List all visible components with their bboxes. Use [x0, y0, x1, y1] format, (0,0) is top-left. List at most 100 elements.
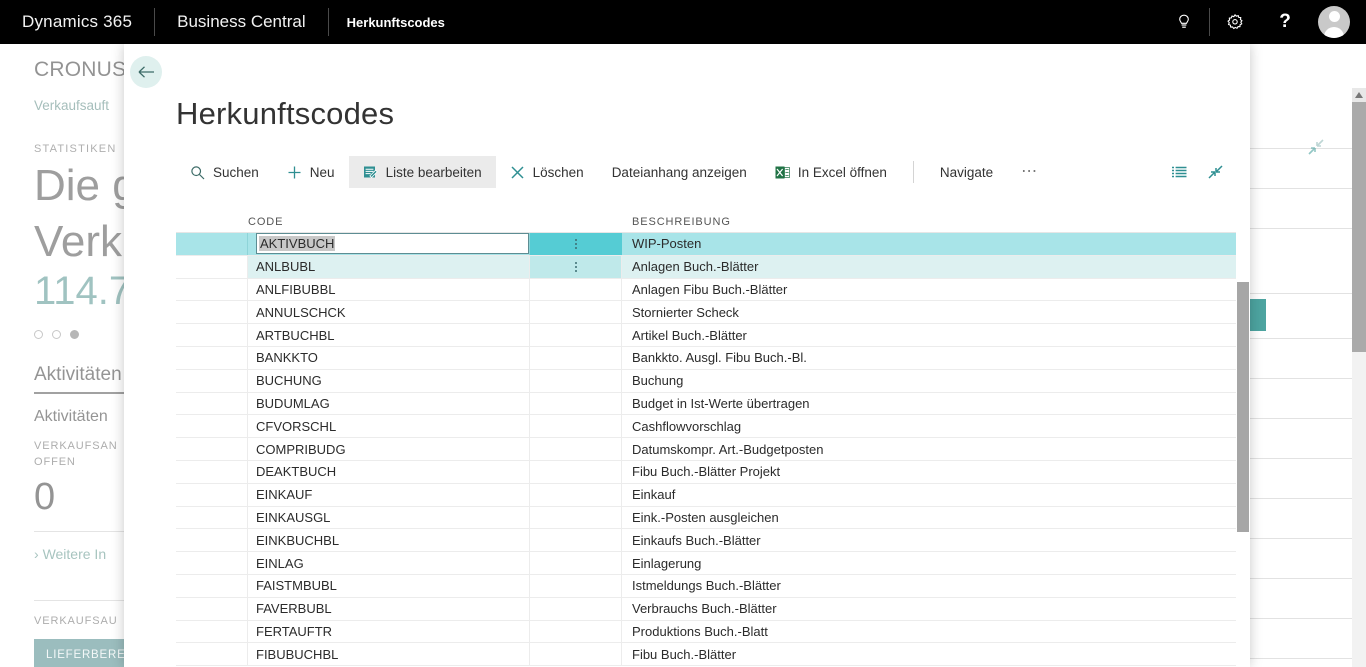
code-cell[interactable]: DEAKTBUCH — [248, 460, 530, 483]
row-menu-cell[interactable] — [530, 369, 622, 392]
code-cell[interactable]: BUCHUNG — [248, 369, 530, 392]
table-row[interactable]: BUCHUNG Buchung — [176, 369, 1250, 393]
page-scrollbar-thumb[interactable] — [1352, 102, 1366, 352]
description-cell[interactable]: Stornierter Scheck — [622, 301, 1250, 323]
row-selector-cell[interactable] — [176, 506, 248, 529]
table-row[interactable]: EINLAG Einlagerung — [176, 552, 1250, 575]
new-button[interactable]: Neu — [273, 156, 349, 188]
column-header-description[interactable]: BESCHREIBUNG — [622, 216, 1250, 228]
table-row[interactable]: BANKKTO Bankkto. Ausgl. Fibu Buch.-Bl. — [176, 346, 1250, 370]
column-header-code[interactable]: CODE — [176, 216, 530, 228]
back-button[interactable] — [130, 56, 162, 88]
row-menu-cell[interactable] — [530, 552, 622, 574]
collapse-view-button[interactable] — [1200, 157, 1230, 187]
more-options-button[interactable]: ⋯ — [1007, 164, 1053, 180]
row-menu-cell[interactable] — [530, 301, 622, 324]
code-cell-editing[interactable]: AKTIVBUCH — [248, 233, 530, 255]
row-menu-cell[interactable] — [530, 460, 622, 483]
table-row[interactable]: FIBUBUCHBL Fibu Buch.-Blätter — [176, 643, 1250, 667]
row-kebab-menu-icon[interactable] — [574, 238, 577, 249]
row-menu-cell[interactable] — [530, 233, 622, 255]
code-cell[interactable]: ANLFIBUBBL — [248, 278, 530, 301]
row-menu-cell[interactable] — [530, 529, 622, 552]
navigate-button[interactable]: Navigate — [926, 156, 1007, 188]
grid-scrollbar[interactable] — [1236, 204, 1250, 667]
description-cell[interactable]: Anlagen Fibu Buch.-Blätter — [622, 279, 1250, 301]
description-cell[interactable]: Einlagerung — [622, 552, 1250, 574]
app-name-business-central[interactable]: Business Central — [155, 0, 328, 44]
row-menu-cell[interactable] — [530, 620, 622, 643]
list-view-button[interactable] — [1164, 157, 1194, 187]
row-selector-cell[interactable] — [176, 552, 248, 574]
table-row[interactable]: ARTBUCHBL Artikel Buch.-Blätter — [176, 324, 1250, 347]
code-cell[interactable]: BANKKTO — [248, 346, 530, 369]
table-row[interactable]: ANLBUBL Anlagen Buch.-Blätter — [176, 255, 1250, 279]
row-menu-cell[interactable] — [530, 506, 622, 529]
row-selector-cell[interactable] — [176, 620, 248, 643]
table-row[interactable]: EINKAUF Einkauf — [176, 483, 1250, 507]
row-menu-cell[interactable] — [530, 278, 622, 301]
page-scrollbar[interactable] — [1352, 88, 1366, 667]
row-selector-cell[interactable] — [176, 301, 248, 324]
row-menu-cell[interactable] — [530, 574, 622, 597]
description-cell[interactable]: Einkauf — [622, 484, 1250, 506]
code-cell[interactable]: COMPRIBUDG — [248, 438, 530, 460]
code-cell[interactable]: ANNULSCHCK — [248, 301, 530, 324]
row-menu-cell[interactable] — [530, 415, 622, 438]
code-cell[interactable]: EINKAUSGL — [248, 506, 530, 529]
row-selector-cell[interactable] — [176, 483, 248, 506]
description-cell[interactable]: Einkaufs Buch.-Blätter — [622, 529, 1250, 551]
help-icon[interactable]: ? — [1260, 0, 1310, 44]
description-cell[interactable]: Eink.-Posten ausgleichen — [622, 507, 1250, 529]
table-row[interactable]: EINKAUSGL Eink.-Posten ausgleichen — [176, 506, 1250, 530]
edit-list-button[interactable]: Liste bearbeiten — [348, 156, 496, 188]
code-cell[interactable]: FAVERBUBL — [248, 597, 530, 620]
row-menu-cell[interactable] — [530, 438, 622, 460]
row-menu-cell[interactable] — [530, 597, 622, 620]
row-selector-cell[interactable] — [176, 529, 248, 552]
row-selector-cell[interactable] — [176, 415, 248, 438]
description-cell[interactable]: Istmeldungs Buch.-Blätter — [622, 575, 1250, 597]
row-selector-cell[interactable] — [176, 324, 248, 346]
row-menu-cell[interactable] — [530, 483, 622, 506]
row-selector-cell[interactable] — [176, 460, 248, 483]
table-row[interactable]: EINKBUCHBL Einkaufs Buch.-Blätter — [176, 529, 1250, 553]
code-cell[interactable]: EINKAUF — [248, 483, 530, 506]
row-selector-cell[interactable] — [176, 643, 248, 666]
table-row[interactable]: BUDUMLAG Budget in Ist-Werte übertragen — [176, 392, 1250, 416]
code-cell[interactable]: EINKBUCHBL — [248, 529, 530, 552]
lightbulb-icon[interactable] — [1159, 0, 1209, 44]
description-cell[interactable]: Verbrauchs Buch.-Blätter — [622, 598, 1250, 620]
row-selector-cell[interactable] — [176, 574, 248, 597]
row-menu-cell[interactable] — [530, 643, 622, 666]
description-cell[interactable]: Fibu Buch.-Blätter Projekt — [622, 461, 1250, 483]
description-cell[interactable]: Datumskompr. Art.-Budgetposten — [622, 438, 1250, 460]
description-cell[interactable]: Artikel Buch.-Blätter — [622, 324, 1250, 346]
row-selector-cell[interactable] — [176, 255, 248, 278]
table-row[interactable]: FERTAUFTR Produktions Buch.-Blatt — [176, 620, 1250, 644]
row-menu-cell[interactable] — [530, 324, 622, 346]
description-cell[interactable]: Buchung — [622, 370, 1250, 392]
row-selector-cell[interactable] — [176, 233, 248, 255]
grid-scrollbar-thumb[interactable] — [1237, 282, 1249, 532]
row-kebab-menu-icon[interactable] — [574, 261, 577, 272]
row-selector-cell[interactable] — [176, 597, 248, 620]
description-cell[interactable]: Cashflowvorschlag — [622, 415, 1250, 437]
table-row[interactable]: DEAKTBUCH Fibu Buch.-Blätter Projekt — [176, 460, 1250, 484]
code-cell[interactable]: FIBUBUCHBL — [248, 643, 530, 666]
table-row[interactable]: AKTIVBUCH WIP-Posten — [176, 233, 1250, 256]
collapse-icon[interactable] — [1306, 137, 1326, 157]
table-row[interactable]: ANLFIBUBBL Anlagen Fibu Buch.-Blätter — [176, 278, 1250, 302]
gear-icon[interactable] — [1210, 0, 1260, 44]
table-row[interactable]: FAVERBUBL Verbrauchs Buch.-Blätter — [176, 597, 1250, 621]
carousel-dot-2[interactable] — [52, 330, 61, 339]
avatar[interactable] — [1318, 6, 1350, 38]
table-row[interactable]: CFVORSCHL Cashflowvorschlag — [176, 415, 1250, 439]
code-cell[interactable]: CFVORSCHL — [248, 415, 530, 438]
show-attachment-button[interactable]: Dateianhang anzeigen — [598, 156, 761, 188]
delete-button[interactable]: Löschen — [496, 156, 598, 188]
row-menu-cell[interactable] — [530, 392, 622, 415]
description-cell[interactable]: Bankkto. Ausgl. Fibu Buch.-Bl. — [622, 347, 1250, 369]
table-row[interactable]: COMPRIBUDG Datumskompr. Art.-Budgetposte… — [176, 438, 1250, 461]
open-in-excel-button[interactable]: In Excel öffnen — [761, 156, 901, 188]
